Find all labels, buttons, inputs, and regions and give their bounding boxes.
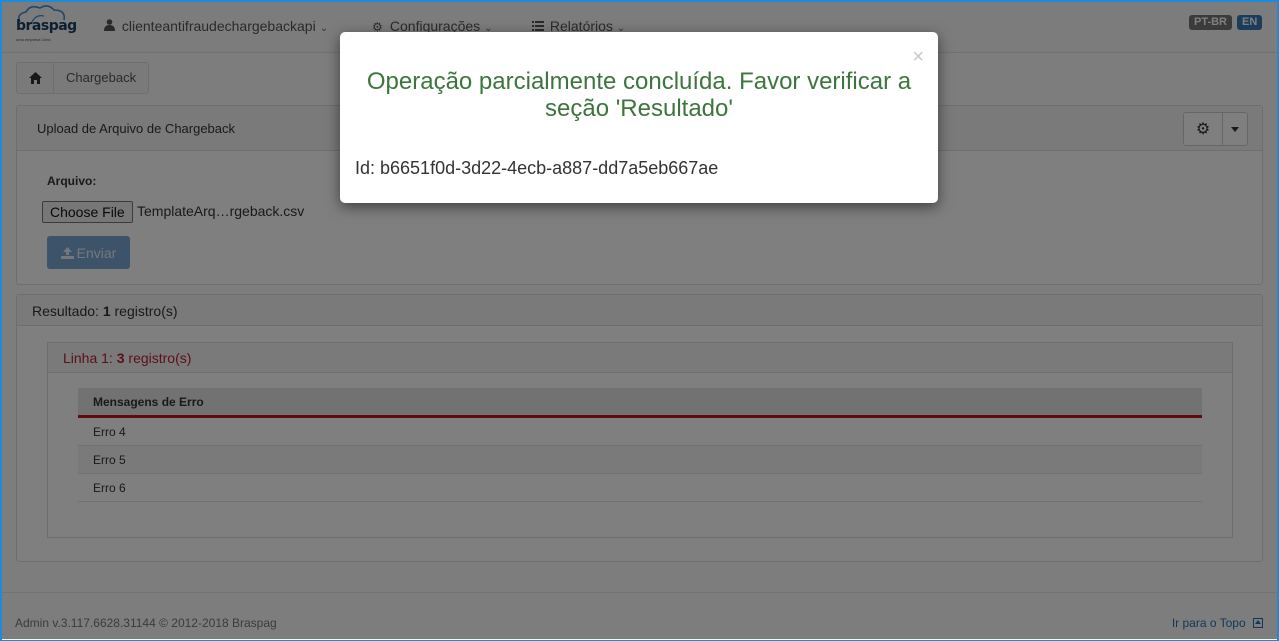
modal-id-text: Id: b6651f0d-3d22-4ecb-a887-dd7a5eb667ae — [355, 158, 719, 178]
result-modal: × Operação parcialmente concluída. Favor… — [340, 32, 938, 203]
modal-title: Operação parcialmente concluída. Favor v… — [366, 68, 912, 122]
modal-close-button[interactable]: × — [912, 47, 924, 67]
page: braspag uma empresa Cielo clienteantifra… — [2, 2, 1277, 640]
